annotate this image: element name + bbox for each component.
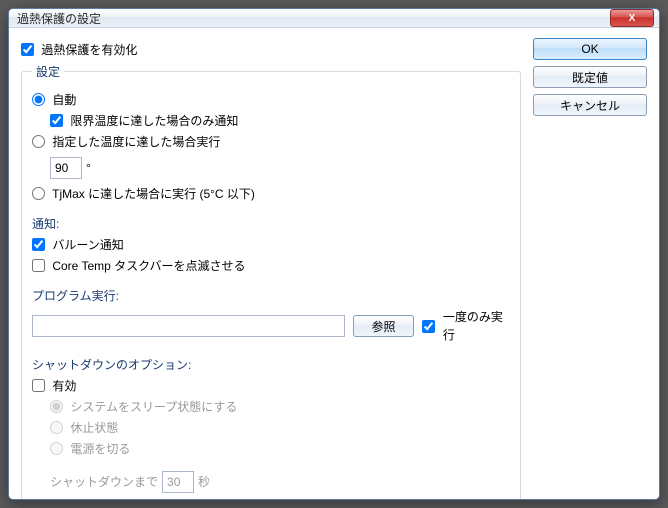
specified-temp-unit: °: [86, 159, 91, 177]
balloon-checkbox[interactable]: バルーン通知: [32, 238, 124, 252]
hibernate-label: 休止状態: [70, 421, 118, 435]
enable-overheat-checkbox[interactable]: 過熱保護を有効化: [21, 43, 137, 57]
settings-legend: 設定: [32, 63, 64, 80]
notify-only-checkbox[interactable]: 限界温度に達した場合のみ通知: [50, 114, 238, 128]
tjmax-label: TjMax に達した場合に実行 (5°C 以下): [52, 187, 255, 201]
run-once-checkbox[interactable]: 一度のみ実行: [422, 308, 510, 344]
ok-button[interactable]: OK: [533, 38, 647, 60]
auto-label: 自動: [52, 93, 76, 107]
hibernate-radio: 休止状態: [50, 421, 118, 435]
client-area: 過熱保護を有効化 設定 自動 限界温度に達した場合のみ通知: [9, 28, 659, 500]
settings-groupbox: 設定 自動 限界温度に達した場合のみ通知: [21, 63, 521, 500]
default-button[interactable]: 既定値: [533, 66, 647, 88]
window-title: 過熱保護の設定: [17, 10, 610, 27]
close-button[interactable]: X: [610, 9, 654, 27]
notify-section-label: 通知:: [32, 215, 510, 233]
specified-temp-radio[interactable]: 指定した温度に達した場合実行: [32, 135, 220, 149]
program-path-input[interactable]: [32, 315, 345, 337]
run-once-label: 一度のみ実行: [443, 308, 510, 344]
sleep-radio: システムをスリープ状態にする: [50, 400, 237, 414]
countdown-input: [162, 471, 194, 493]
close-icon: X: [629, 13, 636, 24]
notify-only-label: 限界温度に達した場合のみ通知: [70, 114, 238, 128]
specified-temp-input[interactable]: [50, 157, 82, 179]
balloon-label: バルーン通知: [52, 238, 123, 252]
shutdown-enable-label: 有効: [52, 379, 76, 393]
cancel-button[interactable]: キャンセル: [533, 94, 647, 116]
dialog-window: 過熱保護の設定 X 過熱保護を有効化 設定 自動: [8, 8, 660, 500]
flash-label: Core Temp タスクバーを点滅させる: [52, 259, 245, 273]
poweroff-label: 電源を切る: [70, 442, 130, 456]
flash-checkbox[interactable]: Core Temp タスクバーを点滅させる: [32, 259, 246, 273]
poweroff-radio: 電源を切る: [50, 442, 130, 456]
titlebar: 過熱保護の設定 X: [9, 9, 659, 28]
browse-button[interactable]: 参照: [353, 315, 414, 337]
auto-radio[interactable]: 自動: [32, 93, 76, 107]
shutdown-section-label: シャットダウンのオプション:: [32, 356, 510, 374]
sleep-label: システムをスリープ状態にする: [70, 400, 237, 414]
countdown-prefix: シャットダウンまで: [50, 473, 158, 491]
program-section-label: プログラム実行:: [32, 287, 510, 305]
shutdown-enable-checkbox[interactable]: 有効: [32, 379, 76, 393]
enable-overheat-label: 過熱保護を有効化: [41, 43, 137, 57]
specified-temp-label: 指定した温度に達した場合実行: [52, 135, 220, 149]
tjmax-radio[interactable]: TjMax に達した場合に実行 (5°C 以下): [32, 187, 255, 201]
countdown-suffix: 秒: [198, 473, 210, 491]
